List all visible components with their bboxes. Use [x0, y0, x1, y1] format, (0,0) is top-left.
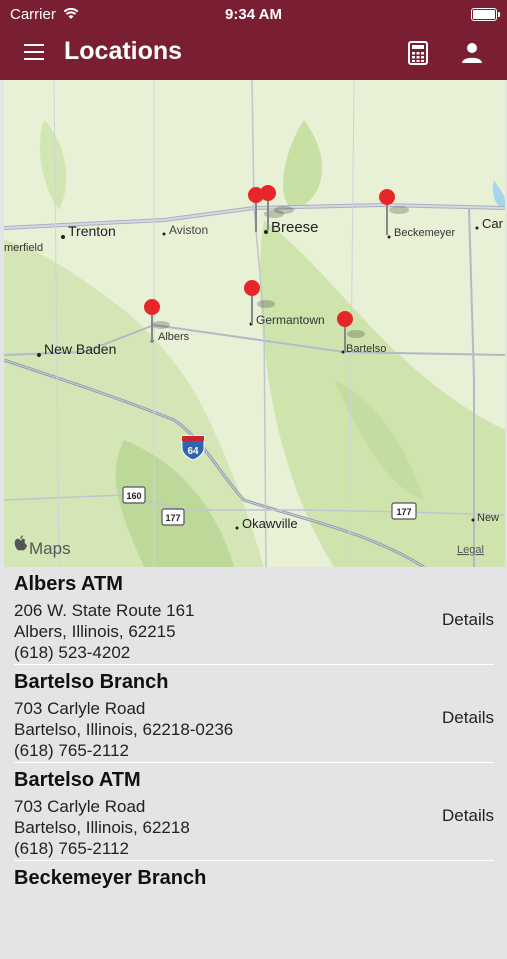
town-dot [162, 232, 166, 236]
svg-text:177: 177 [396, 507, 411, 517]
town-dot [37, 353, 41, 357]
location-name: Bartelso ATM [14, 769, 141, 791]
calculator-icon[interactable] [408, 41, 428, 65]
location-row-bartelso-branch[interactable]: Bartelso Branch 703 Carlyle Road Bartels… [0, 665, 507, 763]
location-name: Albers ATM [14, 573, 123, 595]
town-dot [235, 526, 239, 530]
town-dot [264, 230, 268, 234]
clock: 9:34 AM [225, 6, 282, 23]
map-label-breese: Breese [271, 219, 319, 236]
menu-icon[interactable] [24, 44, 44, 62]
page-title: Locations [64, 37, 183, 65]
map-label-carlyle: Car [482, 216, 504, 231]
user-icon[interactable] [460, 41, 484, 65]
location-phone[interactable]: (618) 523-4202 [14, 643, 130, 663]
map-label-merfield: merfield [4, 242, 43, 254]
map-label-okawville: Okawville [242, 516, 298, 531]
svg-text:64: 64 [187, 446, 199, 457]
map-label-aviston: Aviston [169, 223, 208, 237]
map-legal-link[interactable]: Legal [457, 544, 484, 556]
location-address: 703 Carlyle Road [14, 699, 146, 718]
locations-list[interactable]: Albers ATM 206 W. State Route 161 Albers… [0, 567, 507, 900]
location-city: Albers, Illinois, 62215 [14, 622, 176, 641]
location-name: Beckemeyer Branch [14, 867, 207, 889]
location-city: Bartelso, Illinois, 62218 [14, 818, 190, 837]
location-row-albers-atm[interactable]: Albers ATM 206 W. State Route 161 Albers… [0, 567, 507, 665]
location-phone[interactable]: (618) 765-2112 [14, 741, 129, 761]
nav-bar: Locations [0, 28, 507, 80]
svg-text:177: 177 [165, 513, 180, 523]
map-canvas[interactable]: merfield Trenton Aviston Breese Beckemey… [4, 80, 505, 567]
town-dot [387, 235, 391, 239]
location-name: Bartelso Branch [14, 671, 169, 693]
location-row-beckemeyer-branch[interactable]: Beckemeyer Branch [0, 861, 507, 959]
svg-text:160: 160 [126, 491, 141, 501]
town-dot [475, 226, 479, 230]
map-label-newbaden: New Baden [44, 341, 116, 357]
map-label-new: New [477, 512, 499, 524]
route-177-shield: 177 [391, 502, 417, 520]
town-dot [61, 235, 65, 239]
location-row-bartelso-atm[interactable]: Bartelso ATM 703 Carlyle Road Bartelso, … [0, 763, 507, 861]
map-label-beckemeyer: Beckemeyer [394, 227, 455, 239]
route-160-shield: 160 [122, 486, 146, 504]
route-177-shield: 177 [161, 508, 185, 526]
map-label-albers: Albers [158, 331, 190, 343]
details-button[interactable]: Details [442, 708, 494, 728]
svg-text:Maps: Maps [29, 539, 71, 558]
map-label-germantown: Germantown [256, 313, 325, 327]
map-view[interactable]: merfield Trenton Aviston Breese Beckemey… [4, 80, 505, 567]
details-button[interactable]: Details [442, 806, 494, 826]
location-phone[interactable]: (618) 765-2112 [14, 839, 129, 859]
map-label-trenton: Trenton [68, 223, 116, 239]
map-label-bartelso: Bartelso [346, 343, 386, 355]
town-dot [471, 518, 475, 522]
location-address: 703 Carlyle Road [14, 797, 146, 816]
location-address: 206 W. State Route 161 [14, 601, 195, 620]
location-city: Bartelso, Illinois, 62218-0236 [14, 720, 234, 739]
details-button[interactable]: Details [442, 610, 494, 630]
battery-icon [471, 8, 500, 21]
status-bar: Carrier 9:34 AM [0, 0, 507, 28]
